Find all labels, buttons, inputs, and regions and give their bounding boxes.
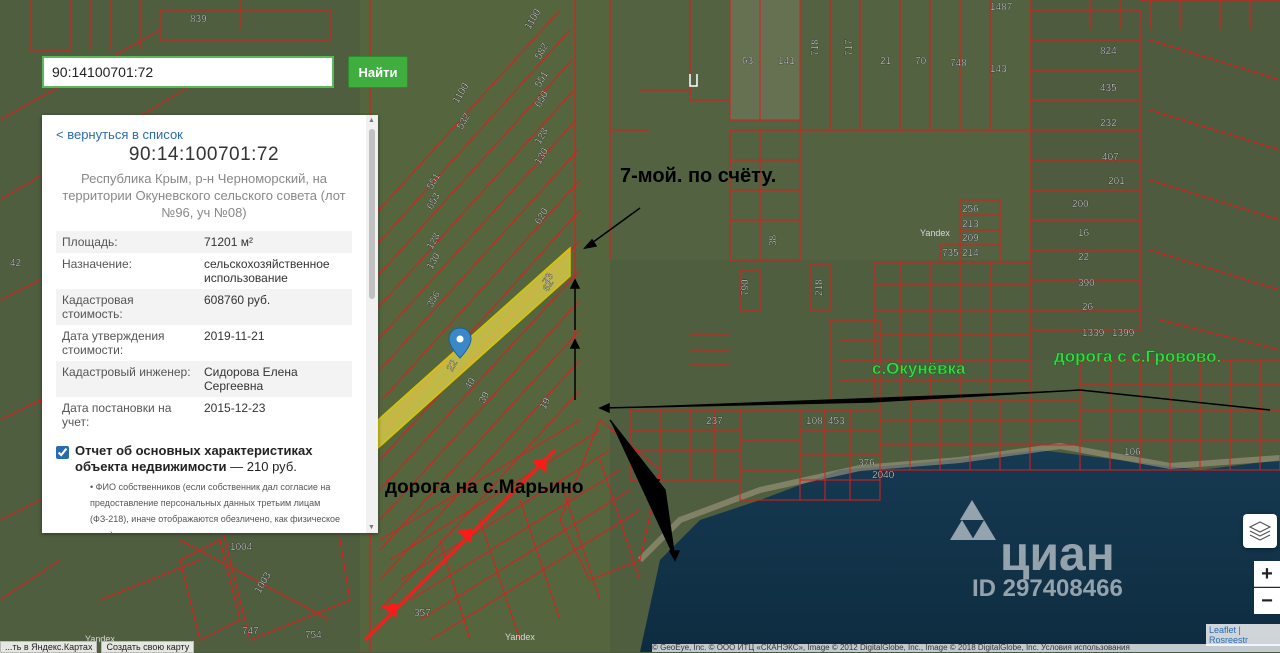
- table-row: Дата постановки на учет: 2015-12-23: [56, 397, 352, 433]
- parcel-label: 141: [778, 56, 795, 67]
- parcel-label: 453: [828, 416, 845, 427]
- parcel-label: 407: [1102, 152, 1119, 163]
- parcel-label: 1487: [990, 2, 1013, 13]
- table-row: Кадастровая стоимость: 608760 руб.: [56, 289, 352, 325]
- report-description: • ФИО собственников (если собственник да…: [90, 482, 341, 533]
- report-checkbox[interactable]: [56, 446, 69, 459]
- annotation-road-marino: дорога на с.Марьино: [385, 477, 583, 498]
- cian-brand: циан: [1000, 528, 1115, 581]
- parcel-label: 108: [806, 416, 823, 427]
- prop-key: Кадастровый инженер:: [56, 361, 198, 397]
- parcel-info-panel: < вернуться в список 90:14:100701:72 Рес…: [42, 115, 378, 533]
- parcel-label: 200: [1072, 199, 1089, 210]
- panel-scrollbar[interactable]: ▲ ▼: [366, 115, 378, 533]
- table-row: Площадь: 71201 м²: [56, 231, 352, 253]
- parcel-label: 232: [1100, 118, 1117, 129]
- yandex-watermark: Yandex: [505, 632, 535, 642]
- parcel-label: 747: [242, 626, 259, 637]
- report-option[interactable]: Отчет об основных характеристиках объект…: [56, 443, 352, 475]
- parcel-label: 213: [962, 219, 979, 230]
- back-to-list-link[interactable]: < вернуться в список: [56, 127, 352, 142]
- parcel-label: 143: [990, 64, 1007, 75]
- parcel-label: 70: [915, 56, 927, 67]
- parcel-label: 376: [858, 458, 875, 469]
- parcel-label: 748: [950, 58, 967, 69]
- find-button[interactable]: Найти: [348, 56, 408, 88]
- create-map-link[interactable]: Создать свою карту: [101, 641, 195, 653]
- prop-value: 2019-11-21: [204, 329, 265, 343]
- parcel-label: 754: [305, 630, 322, 641]
- parcel-properties-table: Площадь: 71201 м² Назначение: сельскохозяй…: [56, 231, 352, 433]
- scroll-thumb[interactable]: [369, 129, 375, 299]
- map-attribution: © GeoEye, Inc. © ООО ИТЦ «СКАНЭКС», Imag…: [652, 644, 1280, 652]
- prop-key: Дата постановки на учет:: [62, 401, 172, 429]
- prop-key: Площадь:: [56, 231, 198, 253]
- parcel-label: 1399: [1112, 328, 1135, 339]
- report-price: — 210 руб.: [226, 459, 297, 474]
- parcel-label: 824: [1100, 46, 1117, 57]
- bottom-links: ...ть в Яндекс.Картах Создать свою карту: [0, 641, 198, 653]
- parcel-label: 390: [1078, 278, 1095, 289]
- parcel-label: 42: [10, 258, 22, 269]
- scroll-down-icon[interactable]: ▼: [368, 524, 375, 531]
- zoom-in-button[interactable]: +: [1254, 561, 1280, 587]
- layers-button[interactable]: [1243, 514, 1277, 548]
- prop-key: Дата утверждения стоимости:: [62, 329, 165, 357]
- parcel-label: 21: [880, 56, 892, 67]
- annotation-seventh: 7-мой. по счёту.: [620, 165, 776, 187]
- parcel-label: 1004: [230, 542, 253, 553]
- yandex-watermark: Yandex: [920, 228, 950, 238]
- parcel-label: 256: [962, 204, 979, 215]
- table-row: Кадастровый инженер: Сидорова Елена Серге…: [56, 361, 352, 397]
- prop-value: сельскохозяйственное использование: [204, 257, 330, 285]
- parcel-label: 237: [706, 416, 723, 427]
- prop-value: 2015-12-23: [204, 401, 266, 415]
- parcel-label: 435: [1100, 83, 1117, 94]
- parcel-title: 90:14:100701:72: [128, 144, 280, 165]
- cian-id: ID 297408466: [972, 575, 1123, 602]
- parcel-label: 735: [942, 248, 959, 259]
- leaflet-attribution[interactable]: Leaflet | Rosreestr: [1206, 624, 1280, 646]
- parcel-label: 717: [844, 39, 855, 56]
- layers-icon: [1248, 521, 1272, 541]
- parcel-label: 1339: [1082, 328, 1105, 339]
- annotation-road-grovovo: дорога с с.Грово­во.: [1054, 347, 1221, 366]
- parcel-label: 22: [1078, 252, 1090, 263]
- parcel-address: Республика Крым, р-н Черноморский, на те…: [62, 171, 346, 220]
- table-row: Дата утверждения стоимости: 2019-11-21: [56, 325, 352, 361]
- open-in-yandex-link[interactable]: ...ть в Яндекс.Картах: [0, 641, 98, 653]
- prop-key: Кадастровая стоимость:: [56, 289, 198, 325]
- parcel-label: 790: [740, 279, 751, 296]
- parcel-label: 16: [1078, 228, 1090, 239]
- parcel-label: 209: [962, 233, 979, 244]
- table-row: Назначение: сельскохозяйственное использо…: [56, 253, 352, 289]
- parcel-label: 718: [810, 39, 821, 56]
- parcel-label: 63: [742, 56, 754, 67]
- parcel-label: 218: [814, 279, 825, 296]
- parcel-label: 2040: [872, 470, 895, 481]
- prop-value: 608760 руб.: [198, 289, 352, 325]
- parcel-label: 26: [1082, 302, 1094, 313]
- parcel-label: 214: [962, 248, 979, 259]
- parcel-label: 201: [1108, 176, 1125, 187]
- prop-value: Сидорова Елена Сергеевна: [198, 361, 352, 397]
- annotation-village: с.Окунёвка: [872, 359, 966, 378]
- cadastral-search-input[interactable]: [42, 56, 334, 88]
- zoom-out-button[interactable]: −: [1254, 588, 1280, 614]
- parcel-label: 839: [190, 14, 207, 25]
- scroll-up-icon[interactable]: ▲: [368, 117, 375, 124]
- prop-value: 71201 м²: [198, 231, 352, 253]
- parcel-label: 38: [768, 234, 779, 246]
- parcel-label: 106: [1124, 447, 1141, 458]
- parcel-label: 357: [414, 608, 431, 619]
- prop-key: Назначение:: [62, 257, 133, 271]
